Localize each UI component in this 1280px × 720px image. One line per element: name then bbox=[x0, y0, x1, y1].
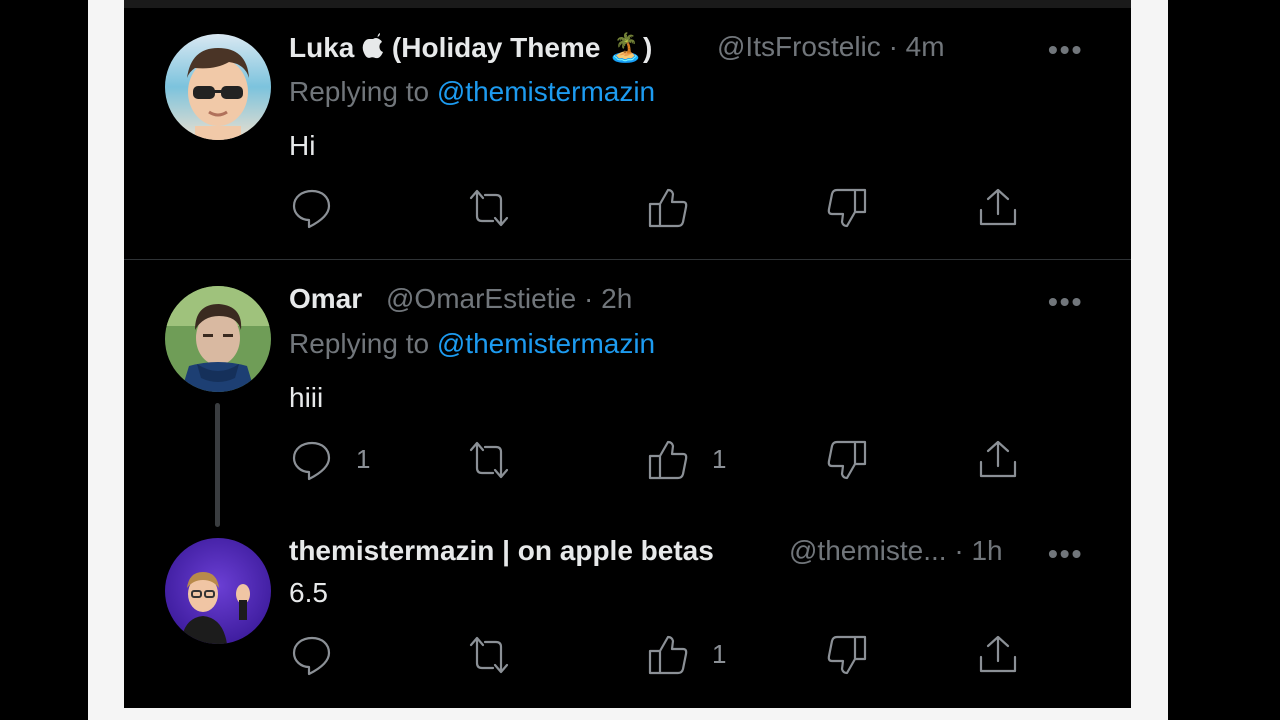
thumbs-up-icon bbox=[648, 440, 688, 480]
tweet3-author-name[interactable]: themistermazin | on apple betas bbox=[289, 535, 714, 567]
apple-logo-icon bbox=[362, 33, 384, 66]
tweet2-reply-button[interactable] bbox=[290, 438, 334, 482]
tweet3-share-button[interactable] bbox=[976, 633, 1020, 677]
share-icon bbox=[979, 188, 1017, 226]
thumbs-up-icon bbox=[648, 635, 688, 675]
tweet1-replying-to: Replying to @themistermazin bbox=[289, 76, 655, 108]
avatar-themistermazin[interactable] bbox=[165, 538, 271, 644]
avatar-omar[interactable] bbox=[165, 286, 271, 392]
share-icon bbox=[979, 440, 1017, 478]
tweet1-author-name[interactable]: Luka (Holiday Theme 🏝️) bbox=[289, 31, 652, 66]
frame-right bbox=[1131, 0, 1168, 720]
tweet1-name-text: Luka bbox=[289, 32, 355, 63]
replying-label: Replying to bbox=[289, 76, 430, 107]
tweet2-retweet-button[interactable] bbox=[467, 438, 511, 482]
tweet2-like-button[interactable] bbox=[646, 438, 690, 482]
tweet3-like-button[interactable] bbox=[646, 633, 690, 677]
thumbs-up-icon bbox=[648, 188, 688, 228]
tweet1-reply-button[interactable] bbox=[290, 186, 334, 230]
tweet2-dislike-button[interactable] bbox=[825, 438, 869, 482]
tweet1-share-button[interactable] bbox=[976, 186, 1020, 230]
tweet1-retweet-button[interactable] bbox=[467, 186, 511, 230]
tweet3-dislike-button[interactable] bbox=[825, 633, 869, 677]
retweet-icon bbox=[469, 189, 509, 227]
tweet2-time[interactable]: · 2h bbox=[584, 283, 632, 314]
tweet1-handle[interactable]: @ItsFrostelic bbox=[717, 31, 881, 62]
tweet3-handle-time: @themiste... · 1h bbox=[789, 535, 1003, 567]
tweet2-replying-to: Replying to @themistermazin bbox=[289, 328, 655, 360]
tweet1-handle-time: @ItsFrostelic · 4m bbox=[717, 31, 945, 63]
replying-label: Replying to bbox=[289, 328, 430, 359]
tweet2-more-button[interactable]: ••• bbox=[1048, 286, 1083, 318]
tweet3-reply-button[interactable] bbox=[290, 633, 334, 677]
tweet3-like-count: 1 bbox=[712, 639, 727, 669]
tweet1-text: Hi bbox=[289, 130, 316, 161]
tweet1-name-suffix: (Holiday Theme 🏝️) bbox=[391, 32, 653, 63]
tweet3-text: 6.5 bbox=[289, 577, 328, 608]
tweet3-retweet-button[interactable] bbox=[467, 633, 511, 677]
reply-icon bbox=[292, 441, 331, 481]
tweet2-reply-count: 1 bbox=[356, 444, 371, 474]
retweet-icon bbox=[469, 441, 509, 479]
thumbs-down-icon bbox=[827, 635, 867, 675]
tweet2-handle[interactable]: @OmarEstietie bbox=[386, 283, 576, 314]
avatar-luka[interactable] bbox=[165, 34, 271, 140]
reply-icon bbox=[292, 189, 331, 229]
frame-bottom bbox=[88, 708, 1168, 720]
tweet1-more-button[interactable]: ••• bbox=[1048, 34, 1083, 66]
share-icon bbox=[979, 635, 1017, 673]
tweet2-like-count: 1 bbox=[712, 444, 727, 474]
thread-connector-line bbox=[215, 403, 220, 527]
thumbs-down-icon bbox=[827, 188, 867, 228]
thumbs-down-icon bbox=[827, 440, 867, 480]
tweet2-share-button[interactable] bbox=[976, 438, 1020, 482]
tweet3-more-button[interactable]: ••• bbox=[1048, 538, 1083, 570]
tweet1-time[interactable]: · 4m bbox=[889, 31, 945, 62]
mention-link[interactable]: @themistermazin bbox=[437, 76, 655, 107]
frame-left bbox=[88, 0, 124, 720]
retweet-icon bbox=[469, 636, 509, 674]
tweet3-time[interactable]: · 1h bbox=[954, 535, 1002, 566]
tweet2-author-name[interactable]: Omar bbox=[289, 283, 362, 315]
tweet2-text: hiii bbox=[289, 382, 324, 413]
tweet2-handle-time: @OmarEstietie · 2h bbox=[386, 283, 632, 315]
mention-link[interactable]: @themistermazin bbox=[437, 328, 655, 359]
tweet1-like-button[interactable] bbox=[646, 186, 690, 230]
reply-icon bbox=[292, 636, 331, 676]
tweet1-dislike-button[interactable] bbox=[825, 186, 869, 230]
tweet-divider bbox=[124, 259, 1131, 260]
tweet3-handle[interactable]: @themiste... bbox=[789, 535, 947, 566]
